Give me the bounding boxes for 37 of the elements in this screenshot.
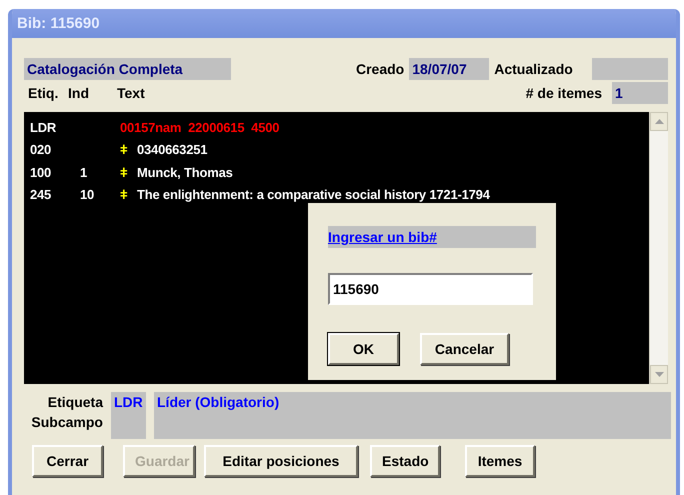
updated-label: Actualizado xyxy=(494,61,573,77)
subfield-label: Subcampo xyxy=(31,414,103,430)
subfield-delimiter: ǂ xyxy=(120,187,128,202)
item-count-label: # de itemes xyxy=(526,85,602,101)
column-header: Text xyxy=(117,85,145,101)
item-count-field: 1 xyxy=(612,82,668,104)
scrollbar[interactable] xyxy=(649,112,668,384)
subfield-delimiter: ǂ xyxy=(120,142,128,158)
window-title: Bib: 115690 xyxy=(12,9,676,38)
column-header: Etiq. xyxy=(28,85,60,101)
bib-number-field[interactable]: 115690 xyxy=(328,273,533,305)
column-header: Ind xyxy=(68,85,90,101)
leader-text: 00157nam 22000615 4500 xyxy=(120,120,280,135)
created-date-field: 18/07/07 xyxy=(409,58,490,80)
field-tag: 020 xyxy=(30,142,80,158)
indicator: 10 xyxy=(80,187,96,202)
created-label: Creado xyxy=(356,61,404,77)
action-button[interactable]: Estado xyxy=(370,445,440,477)
action-button[interactable]: Itemes xyxy=(465,445,535,477)
action-button[interactable]: Editar posiciones xyxy=(204,445,358,477)
ok-button[interactable]: OK xyxy=(328,333,399,365)
field-text: Munck, Thomas xyxy=(137,164,233,180)
tag-description-field: Líder (Obligatorio) xyxy=(154,392,671,439)
field-tag: 245 xyxy=(30,187,80,202)
scroll-down-icon[interactable] xyxy=(650,365,668,384)
scroll-up-icon[interactable] xyxy=(650,112,668,131)
field-text: 0340663251 xyxy=(137,142,208,158)
field-text: The enlightenment: a comparative social history 1721-1794 xyxy=(137,187,490,202)
field-tag: LDR xyxy=(30,120,80,135)
catalog-level-field: Catalogación Completa xyxy=(24,58,231,80)
subfield-delimiter: ǂ xyxy=(120,164,128,180)
tag-field: LDR xyxy=(111,392,146,439)
indicator: 1 xyxy=(80,164,88,180)
field-tag: 100 xyxy=(30,164,80,180)
tag-label: Etiqueta xyxy=(48,394,103,410)
cancel-button[interactable]: Cancelar xyxy=(420,333,509,365)
action-button[interactable]: Cerrar xyxy=(32,445,103,477)
